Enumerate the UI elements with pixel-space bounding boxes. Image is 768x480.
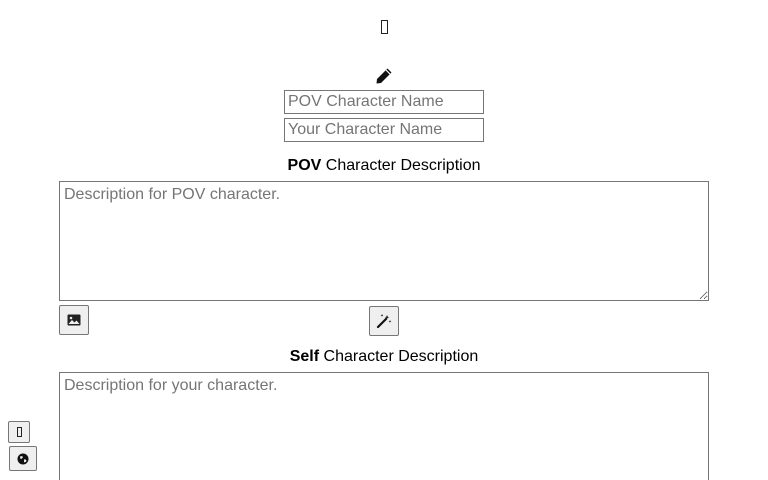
image-button[interactable]: [59, 305, 89, 335]
self-label-bold: Self: [289, 348, 320, 365]
self-description-textarea[interactable]: [59, 372, 709, 480]
pov-description-label: POV Character Description: [0, 156, 768, 176]
pov-label-rest: Character Description: [321, 157, 481, 174]
side-glyph-button[interactable]: [8, 421, 30, 443]
pencil-icon: [376, 68, 392, 84]
missing-glyph-icon: [16, 427, 22, 437]
globe-icon: [17, 453, 29, 464]
pov-character-name-input[interactable]: [284, 90, 484, 114]
missing-glyph-icon[interactable]: [376, 16, 392, 38]
missing-glyph-box: [380, 20, 388, 34]
self-description-label: Self Character Description: [0, 347, 768, 367]
character-setup-page: POV Character Description Self Character…: [0, 0, 768, 480]
magic-wand-button[interactable]: [369, 306, 399, 336]
self-label-rest: Character Description: [319, 348, 479, 365]
pov-label-bold: POV: [287, 157, 322, 174]
globe-button[interactable]: [9, 446, 37, 471]
magic-wand-icon: [376, 314, 392, 329]
self-character-name-input[interactable]: [284, 118, 484, 142]
image-icon: [67, 314, 81, 326]
pov-description-textarea[interactable]: [59, 181, 709, 301]
